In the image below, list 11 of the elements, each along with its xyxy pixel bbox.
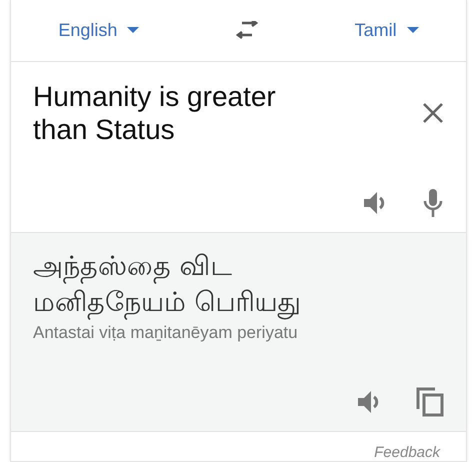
microphone-icon[interactable] [422, 188, 444, 218]
target-language-dropdown[interactable]: Tamil [354, 20, 419, 42]
caret-icon [406, 27, 419, 34]
copy-icon[interactable] [416, 387, 444, 417]
caret-icon [127, 27, 140, 34]
feedback-link[interactable]: Feedback [374, 444, 440, 461]
swap-button[interactable] [234, 20, 260, 41]
translated-text: அந்தஸ்தை விட மனிதநேயம் பெரியது [32, 250, 302, 322]
transliteration-text: Antastai viṭa maṉitanēyam periyatu [32, 322, 299, 344]
source-text[interactable]: Humanity is greater than Status [33, 80, 333, 146]
source-language-dropdown[interactable]: English [58, 20, 140, 42]
